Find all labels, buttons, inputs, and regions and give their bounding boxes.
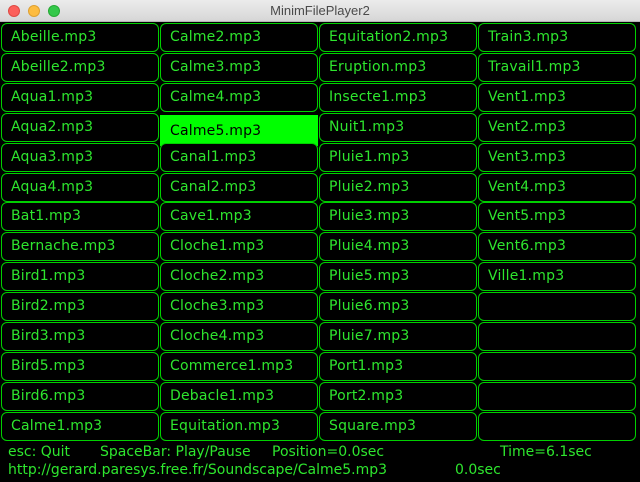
file-button[interactable]: Pluie1.mp3 (319, 143, 477, 172)
file-button[interactable]: Bird2.mp3 (1, 292, 159, 321)
file-button[interactable]: Canal2.mp3 (160, 173, 318, 202)
file-button[interactable]: Ville1.mp3 (478, 262, 636, 291)
file-button[interactable]: Aqua2.mp3 (1, 113, 159, 142)
empty-file-slot (478, 292, 636, 321)
file-button[interactable]: Calme2.mp3 (160, 23, 318, 52)
empty-file-slot (478, 322, 636, 351)
current-url: http://gerard.paresys.free.fr/Soundscape… (8, 462, 388, 478)
file-button[interactable]: Train3.mp3 (478, 23, 636, 52)
file-button[interactable]: Bird1.mp3 (1, 262, 159, 291)
file-button[interactable]: Bat1.mp3 (1, 202, 159, 231)
file-button[interactable]: Bird3.mp3 (1, 322, 159, 351)
file-button[interactable]: Commerce1.mp3 (160, 352, 318, 381)
file-button[interactable]: Pluie5.mp3 (319, 262, 477, 291)
file-button[interactable]: Nuit1.mp3 (319, 113, 477, 142)
file-button[interactable]: Canal1.mp3 (160, 143, 318, 172)
file-button[interactable]: Insecte1.mp3 (319, 83, 477, 112)
file-button[interactable]: Calme4.mp3 (160, 83, 318, 112)
file-button[interactable]: Vent3.mp3 (478, 143, 636, 172)
file-button[interactable]: Cloche3.mp3 (160, 292, 318, 321)
file-grid: Abeille.mp3 Abeille2.mp3 Aqua1.mp3 Aqua2.mp… (0, 23, 640, 443)
file-button[interactable]: Pluie7.mp3 (319, 322, 477, 351)
file-button[interactable]: Pluie6.mp3 (319, 292, 477, 321)
file-button[interactable]: Vent2.mp3 (478, 113, 636, 142)
file-button[interactable]: Vent1.mp3 (478, 83, 636, 112)
file-button[interactable]: Port1.mp3 (319, 352, 477, 381)
file-button[interactable]: Aqua3.mp3 (1, 143, 159, 172)
title-bar: MinimFilePlayer2 (0, 0, 640, 22)
file-button[interactable]: Abeille.mp3 (1, 23, 159, 52)
file-button[interactable]: Debacle1.mp3 (160, 382, 318, 411)
file-button[interactable]: Equitation2.mp3 (319, 23, 477, 52)
file-button[interactable]: Cloche4.mp3 (160, 322, 318, 351)
empty-file-slot (478, 412, 636, 441)
file-button[interactable]: Port2.mp3 (319, 382, 477, 411)
window-title: MinimFilePlayer2 (270, 3, 370, 18)
file-button[interactable]: Cloche1.mp3 (160, 232, 318, 261)
file-button[interactable]: Bird5.mp3 (1, 352, 159, 381)
position-readout: Position=0.0sec (272, 444, 385, 460)
file-button[interactable]: Abeille2.mp3 (1, 53, 159, 82)
status-bar: esc: Quit SpaceBar: Play/Pause Position=… (0, 443, 640, 482)
empty-file-slot (478, 382, 636, 411)
file-button[interactable]: Pluie3.mp3 (319, 202, 477, 231)
file-button[interactable]: Vent5.mp3 (478, 202, 636, 231)
file-button[interactable]: Aqua4.mp3 (1, 173, 159, 202)
file-button[interactable]: Aqua1.mp3 (1, 83, 159, 112)
file-button[interactable]: Calme3.mp3 (160, 53, 318, 82)
empty-file-slot (478, 352, 636, 381)
file-button[interactable]: Vent4.mp3 (478, 173, 636, 202)
file-button[interactable]: Calme1.mp3 (1, 412, 159, 441)
time-readout: Time=6.1sec (500, 444, 592, 460)
url-time-readout: 0.0sec (455, 462, 501, 478)
file-button[interactable]: Pluie4.mp3 (319, 232, 477, 261)
file-button[interactable]: Pluie2.mp3 (319, 173, 477, 202)
file-button[interactable]: Square.mp3 (319, 412, 477, 441)
esc-hint: esc: Quit (8, 444, 71, 460)
file-button[interactable]: Vent6.mp3 (478, 232, 636, 261)
file-button[interactable]: Bernache.mp3 (1, 232, 159, 261)
file-button[interactable]: Travail1.mp3 (478, 53, 636, 82)
file-button[interactable]: Bird6.mp3 (1, 382, 159, 411)
file-button[interactable]: Eruption.mp3 (319, 53, 477, 82)
file-button[interactable]: Cloche2.mp3 (160, 262, 318, 291)
file-button[interactable]: Calme5.mp3 (160, 115, 318, 146)
file-button[interactable]: Equitation.mp3 (160, 412, 318, 441)
file-button[interactable]: Cave1.mp3 (160, 202, 318, 231)
spacebar-hint: SpaceBar: Play/Pause (100, 444, 251, 460)
